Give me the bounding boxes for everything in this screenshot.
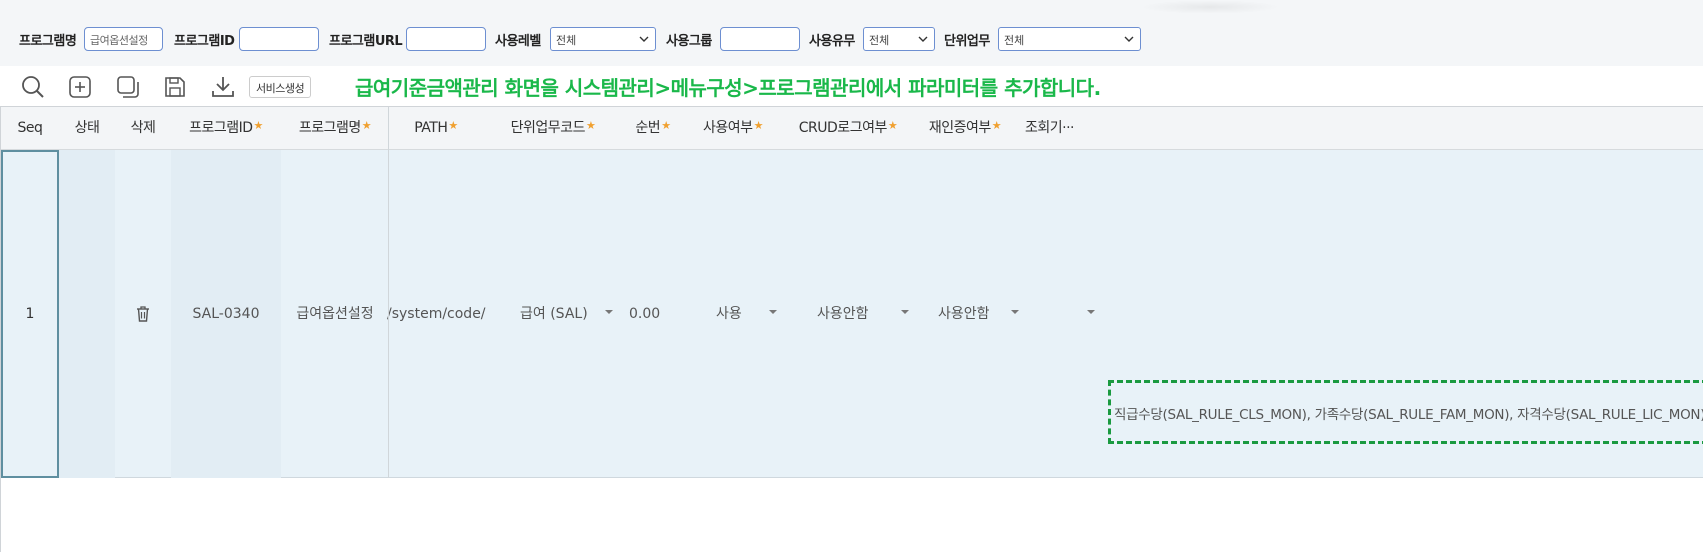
- dropdown-arrow-icon: [1087, 310, 1095, 314]
- header-program-name[interactable]: 프로그램명★: [281, 107, 389, 150]
- search-icon[interactable]: [20, 74, 46, 100]
- required-star: ★: [361, 119, 372, 132]
- use-yn-select[interactable]: 전체: [863, 27, 935, 51]
- dropdown-arrow-icon: [901, 310, 909, 314]
- header-order[interactable]: 순번★: [623, 107, 683, 150]
- query-period-dropdown[interactable]: [1019, 150, 1099, 478]
- crud-log-dropdown[interactable]: 사용안함: [793, 150, 913, 478]
- unit-task-code-value: 급여 (SAL): [520, 306, 588, 322]
- required-star: ★: [448, 119, 458, 132]
- dropdown-arrow-icon: [769, 310, 777, 314]
- use-yn-value: 사용: [716, 306, 742, 322]
- header-seq[interactable]: Seq: [1, 107, 59, 150]
- frozen-column-divider: [388, 107, 389, 478]
- required-star: ★: [753, 119, 764, 132]
- header-crud-log[interactable]: CRUD로그여부★: [793, 107, 903, 150]
- program-name-label: 프로그램명: [19, 34, 77, 49]
- status-cell[interactable]: [59, 150, 115, 478]
- grid-toolbar: 서비스생성 급여기준금액관리 화면을 시스템관리>메뉴구성>프로그램관리에서 파…: [0, 66, 1703, 106]
- required-star: ★: [253, 119, 264, 132]
- required-star: ★: [661, 119, 671, 132]
- reauth-value: 사용안함: [938, 306, 990, 322]
- use-yn-label: 사용유무: [809, 34, 855, 49]
- delete-cell[interactable]: [115, 150, 171, 478]
- path-cell[interactable]: /system/code/: [387, 150, 487, 478]
- use-group-input[interactable]: [720, 27, 800, 51]
- unit-task-label: 단위업무: [944, 34, 990, 49]
- notice-message: 급여기준금액관리 화면을 시스템관리>메뉴구성>프로그램관리에서 파라미터를 추…: [355, 76, 1101, 100]
- program-url-input[interactable]: [406, 27, 486, 51]
- program-grid: Seq 상태 삭제 프로그램ID★ 프로그램명★ PATH★ 단위업무코드★ 순…: [0, 106, 1703, 552]
- header-use-yn[interactable]: 사용여부★: [693, 107, 773, 150]
- order-cell[interactable]: 0.00: [629, 150, 669, 478]
- required-star: ★: [585, 119, 596, 132]
- program-name-cell[interactable]: 급여옵션설정: [281, 150, 389, 478]
- required-star: ★: [991, 119, 1002, 132]
- unit-task-code-dropdown[interactable]: 급여 (SAL): [503, 150, 621, 478]
- header-status[interactable]: 상태: [59, 107, 115, 150]
- program-name-input[interactable]: 급여옵션설정: [84, 27, 163, 51]
- header-reauth[interactable]: 재인증여부★: [923, 107, 1007, 150]
- header-unit-task-code[interactable]: 단위업무코드★: [503, 107, 603, 150]
- add-icon[interactable]: [67, 74, 93, 100]
- use-group-label: 사용그룹: [666, 34, 712, 49]
- program-id-label: 프로그램ID: [174, 34, 235, 49]
- use-level-select[interactable]: 전체: [550, 27, 656, 51]
- program-id-cell[interactable]: SAL-0340: [171, 150, 281, 478]
- unit-task-select[interactable]: 전체: [998, 27, 1141, 51]
- trash-icon[interactable]: [136, 306, 150, 322]
- reauth-dropdown[interactable]: 사용안함: [913, 150, 1019, 478]
- dropdown-arrow-icon: [605, 310, 613, 314]
- save-icon[interactable]: [162, 74, 188, 100]
- decorative-shadow: [1140, 0, 1280, 14]
- service-create-button[interactable]: 서비스생성: [249, 76, 312, 98]
- copy-icon[interactable]: [115, 74, 141, 100]
- search-filter-bar: 프로그램명 급여옵션설정 프로그램ID 프로그램URL 사용레벨 전체 사용그룹…: [0, 0, 1703, 66]
- header-path[interactable]: PATH★: [389, 107, 483, 150]
- use-yn-dropdown[interactable]: 사용: [693, 150, 793, 478]
- download-icon[interactable]: [210, 74, 236, 100]
- use-level-value: 전체: [556, 34, 577, 47]
- grid-header: Seq 상태 삭제 프로그램ID★ 프로그램명★ PATH★ 단위업무코드★ 순…: [1, 107, 1703, 150]
- parameters-cell[interactable]: 직급수당(SAL_RULE_CLS_MON), 가족수당(SAL_RULE_FA…: [1114, 403, 1703, 423]
- use-level-label: 사용레벨: [495, 34, 541, 49]
- header-query-period[interactable]: 조회기···: [1025, 107, 1095, 150]
- required-star: ★: [887, 119, 898, 132]
- header-delete[interactable]: 삭제: [115, 107, 171, 150]
- chevron-down-icon: [918, 36, 928, 42]
- use-yn-value: 전체: [869, 34, 890, 47]
- crud-log-value: 사용안함: [817, 306, 869, 322]
- program-url-label: 프로그램URL: [329, 34, 403, 49]
- dropdown-arrow-icon: [1011, 310, 1019, 314]
- chevron-down-icon: [639, 36, 649, 42]
- program-id-input[interactable]: [239, 27, 319, 51]
- unit-task-value: 전체: [1004, 34, 1025, 47]
- header-program-id[interactable]: 프로그램ID★: [171, 107, 281, 150]
- chevron-down-icon: [1124, 36, 1134, 42]
- seq-cell[interactable]: 1: [1, 150, 59, 478]
